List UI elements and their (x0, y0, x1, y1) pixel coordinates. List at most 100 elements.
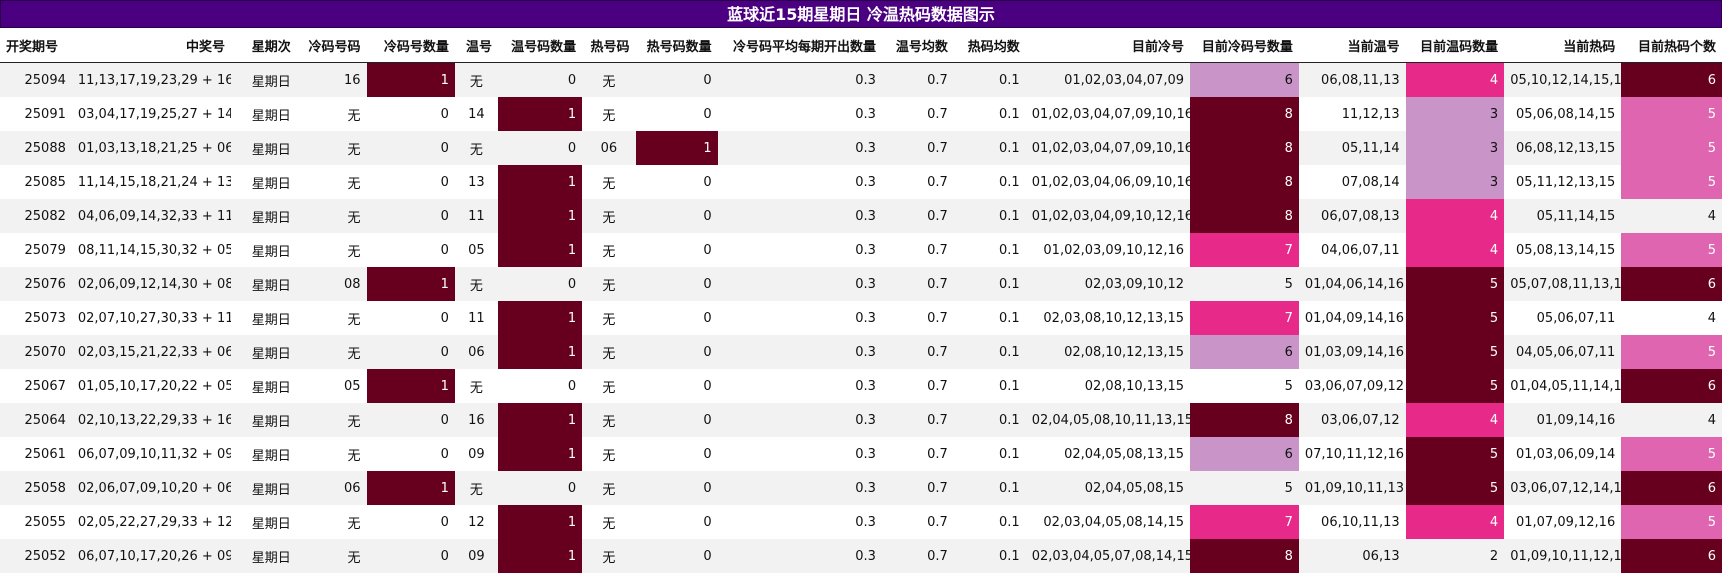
cur-hot-count-cell: 5 (1621, 505, 1722, 539)
warm-count-cell: 1 (497, 97, 583, 131)
warm-avg-cell: 0.7 (881, 199, 954, 233)
cur-hot-count-cell: 6 (1621, 62, 1722, 97)
cur-cold-count-cell: 8 (1190, 131, 1299, 165)
hot-avg-cell: 0.1 (953, 301, 1026, 335)
cur-cold-count-cell: 5 (1190, 471, 1299, 505)
weekday-cell: 星期日 (231, 165, 297, 199)
warm-count-cell: 1 (497, 505, 583, 539)
cold-count-cell: 0 (366, 437, 455, 471)
cur-warm-cell: 06,07,08,13 (1298, 199, 1406, 233)
cold-count-cell: 0 (366, 403, 455, 437)
warm-cell: 16 (454, 403, 498, 437)
cur-hot-count-cell: 5 (1621, 233, 1722, 267)
table-row: 25085 11,14,15,18,21,24 + 13 星期日无 0 13 1 无 0 0.3… (0, 165, 1722, 199)
cur-cold-cell: 01,02,03,04,07,09,10,16 (1025, 131, 1190, 165)
hot-cell: 无 (582, 199, 636, 233)
cold-avg-cell: 0.3 (717, 471, 882, 505)
issue-cell: 25079 (0, 233, 72, 267)
cur-cold-cell: 01,02,03,04,07,09 (1025, 62, 1190, 97)
data-table: 开奖期号 中奖号 星期次 冷码号码 冷码号数量 温号 温号码数量 热号码 热号码… (0, 28, 1722, 573)
issue-cell: 25085 (0, 165, 72, 199)
cur-hot-cell: 05,07,08,11,13,15 (1504, 267, 1622, 301)
col-header-cur-cold-count: 目前冷码号数量 (1190, 28, 1299, 63)
cold-avg-cell: 0.3 (717, 301, 882, 335)
warm-avg-cell: 0.7 (881, 131, 954, 165)
weekday-cell: 星期日 (231, 505, 297, 539)
cur-cold-cell: 02,04,05,08,15 (1025, 471, 1190, 505)
issue-cell: 25061 (0, 437, 72, 471)
cur-warm-cell: 01,09,10,11,13 (1298, 471, 1406, 505)
hot-cell: 06 (582, 131, 636, 165)
cur-cold-count-cell: 8 (1190, 97, 1299, 131)
weekday-cell: 星期日 (231, 369, 297, 403)
weekday-cell: 星期日 (231, 437, 297, 471)
numbers-cell: 04,06,09,14,32,33 + 11 (71, 199, 232, 233)
cur-hot-cell: 06,08,12,13,15 (1504, 131, 1622, 165)
cur-hot-cell: 04,05,06,07,11 (1504, 335, 1622, 369)
warm-count-cell: 0 (497, 471, 583, 505)
cur-cold-count-cell: 6 (1190, 437, 1299, 471)
warm-count-cell: 1 (497, 335, 583, 369)
table-row: 25070 02,03,15,21,22,33 + 06 星期日无 0 06 1 无 0 0.3… (0, 335, 1722, 369)
hot-avg-cell: 0.1 (953, 335, 1026, 369)
cur-warm-count-cell: 2 (1405, 539, 1505, 573)
cur-warm-count-cell: 4 (1405, 233, 1505, 267)
cold-cell: 无 (296, 403, 367, 437)
numbers-cell: 02,05,22,27,29,33 + 12 (71, 505, 232, 539)
warm-avg-cell: 0.7 (881, 165, 954, 199)
cold-avg-cell: 0.3 (717, 62, 882, 97)
warm-count-cell: 1 (497, 437, 583, 471)
hot-avg-cell: 0.1 (953, 505, 1026, 539)
issue-cell: 25082 (0, 199, 72, 233)
cur-cold-cell: 02,03,04,05,07,08,14,15 (1025, 539, 1190, 573)
hot-count-cell: 0 (635, 165, 718, 199)
hot-avg-cell: 0.1 (953, 131, 1026, 165)
hot-count-cell: 0 (635, 97, 718, 131)
cur-hot-cell: 05,06,08,14,15 (1504, 97, 1622, 131)
cur-hot-cell: 05,06,07,11 (1504, 301, 1622, 335)
col-header-warm-count: 温号码数量 (497, 28, 583, 63)
numbers-cell: 06,07,10,17,20,26 + 09 (71, 539, 232, 573)
cur-warm-cell: 03,06,07,09,12 (1298, 369, 1406, 403)
hot-cell: 无 (582, 267, 636, 301)
warm-cell: 无 (454, 471, 498, 505)
hot-count-cell: 0 (635, 62, 718, 97)
cold-cell: 无 (296, 301, 367, 335)
table-row: 25052 06,07,10,17,20,26 + 09 星期日无 0 09 1 无 0 0.3… (0, 539, 1722, 573)
cur-cold-cell: 02,03,04,05,08,14,15 (1025, 505, 1190, 539)
warm-cell: 12 (454, 505, 498, 539)
cold-count-cell: 0 (366, 539, 455, 573)
warm-count-cell: 1 (497, 233, 583, 267)
issue-cell: 25055 (0, 505, 72, 539)
hot-cell: 无 (582, 165, 636, 199)
cur-warm-count-cell: 5 (1405, 335, 1505, 369)
numbers-cell: 02,06,07,09,10,20 + 06 (71, 471, 232, 505)
cur-hot-count-cell: 4 (1621, 301, 1722, 335)
col-header-cur-warm-count: 目前温码数量 (1405, 28, 1505, 63)
table-row: 25058 02,06,07,09,10,20 + 06 星期日 06 1 无 0 无 0 0.3… (0, 471, 1722, 505)
cur-hot-count-cell: 5 (1621, 165, 1722, 199)
weekday-cell: 星期日 (231, 131, 297, 165)
cur-hot-count-cell: 4 (1621, 403, 1722, 437)
cur-cold-count-cell: 8 (1190, 165, 1299, 199)
cur-cold-count-cell: 6 (1190, 62, 1299, 97)
hot-avg-cell: 0.1 (953, 267, 1026, 301)
cold-avg-cell: 0.3 (717, 437, 882, 471)
weekday-cell: 星期日 (231, 267, 297, 301)
cold-cell: 06 (296, 471, 367, 505)
table-row: 25094 11,13,17,19,23,29 + 16 星期日 16 1 无 0 无 0 0.3… (0, 62, 1722, 97)
warm-cell: 无 (454, 62, 498, 97)
cur-hot-count-cell: 4 (1621, 199, 1722, 233)
cold-count-cell: 0 (366, 233, 455, 267)
cur-hot-cell: 01,09,10,11,12,16 (1504, 539, 1622, 573)
cur-hot-cell: 01,04,05,11,14,16 (1504, 369, 1622, 403)
warm-cell: 05 (454, 233, 498, 267)
cold-avg-cell: 0.3 (717, 233, 882, 267)
issue-cell: 25064 (0, 403, 72, 437)
cur-warm-count-cell: 5 (1405, 437, 1505, 471)
col-header-cur-warm: 当前温号 (1298, 28, 1406, 63)
cold-count-cell: 1 (366, 369, 455, 403)
warm-count-cell: 1 (497, 403, 583, 437)
cur-hot-cell: 05,11,12,13,15 (1504, 165, 1622, 199)
warm-count-cell: 1 (497, 301, 583, 335)
